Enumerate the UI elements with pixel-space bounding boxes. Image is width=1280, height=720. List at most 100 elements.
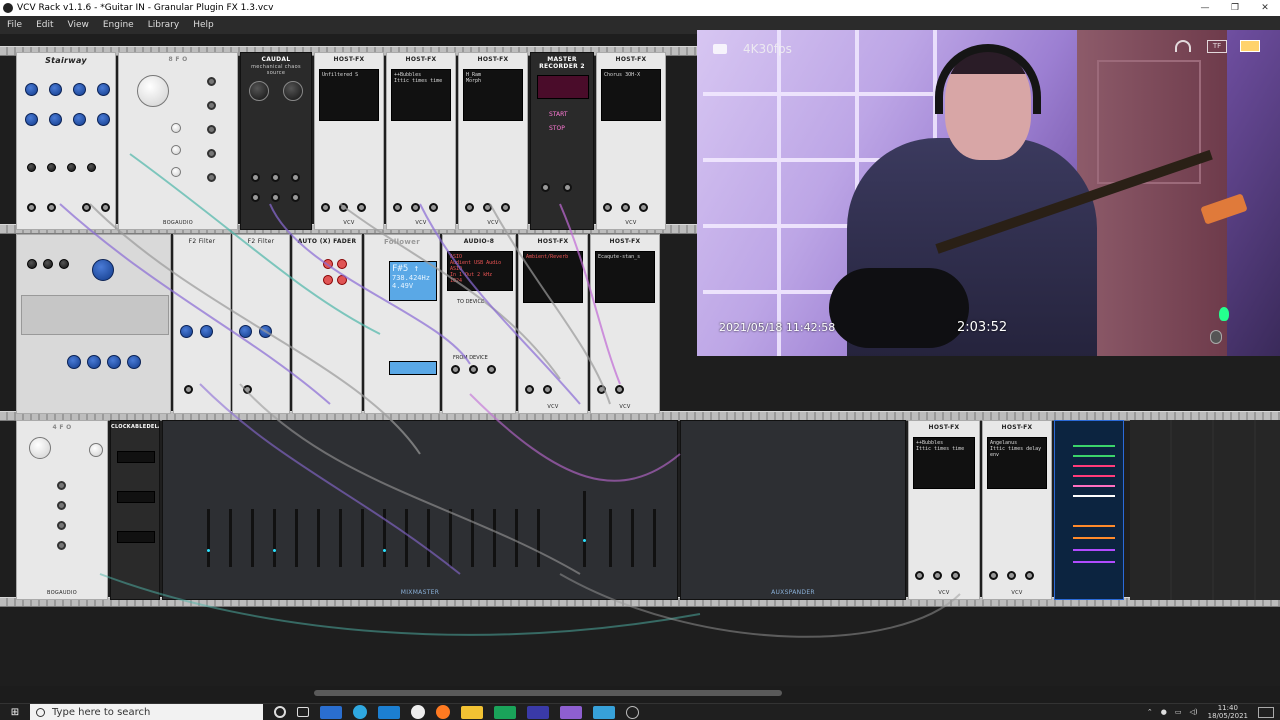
start-button[interactable]: ⊞ <box>0 704 30 720</box>
cable-color-swatch[interactable] <box>1073 455 1115 457</box>
jack[interactable] <box>57 541 66 550</box>
jack[interactable] <box>563 183 572 192</box>
knob[interactable] <box>97 83 110 96</box>
plugin-screen[interactable]: Ambient/Reverb <box>523 251 583 303</box>
output-jack[interactable] <box>207 101 216 110</box>
channel-fader[interactable] <box>471 509 474 567</box>
input-jack[interactable] <box>483 203 492 212</box>
vcv-rack-taskbar-icon[interactable] <box>411 705 425 719</box>
master-fader[interactable] <box>583 491 586 567</box>
record-stop-button[interactable]: STOP <box>549 125 565 132</box>
plugin-screen[interactable]: Ecaqute-stan_s <box>595 251 655 303</box>
minimize-button[interactable]: — <box>1190 0 1220 16</box>
firefox-icon[interactable] <box>436 705 450 719</box>
close-button[interactable]: ✕ <box>1250 0 1280 16</box>
jack[interactable] <box>291 173 300 182</box>
channel-fader[interactable] <box>449 509 452 567</box>
follower-module[interactable]: Follower F#5 ↑ 738.424Hz 4.49V <box>364 234 440 414</box>
clockable-delay-module[interactable]: CLOCKABLEDELAY <box>110 420 160 600</box>
knob[interactable] <box>87 163 96 172</box>
app-icon[interactable] <box>593 705 615 719</box>
microphone-icon[interactable]: ● <box>1161 708 1167 716</box>
store-icon[interactable] <box>320 705 342 719</box>
knob[interactable] <box>337 259 347 269</box>
menu-file[interactable]: File <box>0 20 29 30</box>
host-fx-module[interactable]: HOST-FX Unfiltered S VCV <box>314 52 384 230</box>
knob[interactable] <box>92 259 114 281</box>
cable-color-swatch[interactable] <box>1073 537 1115 539</box>
channel-fader[interactable] <box>229 509 232 567</box>
jack[interactable] <box>541 183 550 192</box>
group-fader[interactable] <box>609 509 612 567</box>
output-jack[interactable] <box>207 173 216 182</box>
knob[interactable] <box>25 113 38 126</box>
knob[interactable] <box>43 259 53 269</box>
plugin-screen[interactable]: Chorus 3OH-X <box>601 69 661 121</box>
knob[interactable] <box>73 113 86 126</box>
output-jack[interactable] <box>207 125 216 134</box>
output-jack[interactable] <box>357 203 366 212</box>
jack[interactable] <box>1007 571 1016 580</box>
auxspander-module[interactable]: AUXSPANDER <box>680 420 906 600</box>
input-jack[interactable] <box>621 203 630 212</box>
knob[interactable] <box>27 163 36 172</box>
tray-chevron-icon[interactable]: ⌃ <box>1147 708 1153 716</box>
input-jack[interactable] <box>321 203 330 212</box>
plugin-screen[interactable]: Unfiltered S <box>319 69 379 121</box>
knob[interactable] <box>49 113 62 126</box>
master-recorder-module[interactable]: MASTER RECORDER 2 START STOP <box>530 52 594 230</box>
jack[interactable] <box>251 193 260 202</box>
knob[interactable] <box>171 167 181 177</box>
plugin-screen[interactable]: H_Ram Morph <box>463 69 523 121</box>
input-jack[interactable] <box>603 203 612 212</box>
volume-icon[interactable]: ◁) <box>1190 708 1198 716</box>
knob[interactable] <box>239 325 252 338</box>
channel-fader[interactable] <box>207 509 210 567</box>
channel-fader[interactable] <box>493 509 496 567</box>
edge-icon[interactable] <box>353 705 367 719</box>
audio-device-display[interactable]: ASIO Audient USB Audio ASIO In 1 Out 2 k… <box>447 251 513 291</box>
jack[interactable] <box>243 385 252 394</box>
network-icon[interactable]: ▭ <box>1175 708 1182 716</box>
knob[interactable] <box>171 123 181 133</box>
jack[interactable] <box>915 571 924 580</box>
cable-color-swatch[interactable] <box>1073 465 1115 467</box>
output-jack[interactable] <box>429 203 438 212</box>
cortana-icon[interactable] <box>274 706 286 718</box>
menu-library[interactable]: Library <box>141 20 186 30</box>
host-fx-module[interactable]: HOST-FX Angelanus Ittic times delay env … <box>982 420 1052 600</box>
rate-knob[interactable] <box>137 75 169 107</box>
jack[interactable] <box>251 173 260 182</box>
output-jack[interactable] <box>82 203 91 212</box>
channel-fader[interactable] <box>537 509 540 567</box>
knob[interactable] <box>323 275 333 285</box>
input-jack[interactable] <box>393 203 402 212</box>
record-start-button[interactable]: START <box>549 111 568 118</box>
cable-color-swatch[interactable] <box>1073 495 1115 497</box>
jack[interactable] <box>989 571 998 580</box>
jack[interactable] <box>271 173 280 182</box>
channel-fader[interactable] <box>383 509 386 567</box>
f2-filter-module[interactable]: F2 Filter <box>232 234 290 414</box>
channel-fader[interactable] <box>273 509 276 567</box>
stairway-module[interactable]: Stairway <box>16 52 116 230</box>
menu-help[interactable]: Help <box>186 20 221 30</box>
knob[interactable] <box>49 83 62 96</box>
horizontal-scrollbar[interactable] <box>0 686 1280 700</box>
jack[interactable] <box>487 365 496 374</box>
plugin-screen[interactable]: ++Bubbles Ittic times time <box>913 437 975 489</box>
knob[interactable] <box>27 259 37 269</box>
jack[interactable] <box>469 365 478 374</box>
cable-color-swatch[interactable] <box>1073 445 1115 447</box>
channel-fader[interactable] <box>251 509 254 567</box>
host-fx-module[interactable]: HOST-FX H_Ram Morph VCV <box>458 52 528 230</box>
lfo-module[interactable]: 4 F O BOGAUDIO <box>16 420 108 600</box>
knob[interactable] <box>200 325 213 338</box>
output-jack[interactable] <box>207 77 216 86</box>
plugin-screen[interactable]: ++Bubbles Ittic times time <box>391 69 451 121</box>
knob[interactable] <box>67 355 81 369</box>
knob[interactable] <box>97 113 110 126</box>
input-jack[interactable] <box>411 203 420 212</box>
jack[interactable] <box>597 385 606 394</box>
speed-knob[interactable] <box>249 81 269 101</box>
